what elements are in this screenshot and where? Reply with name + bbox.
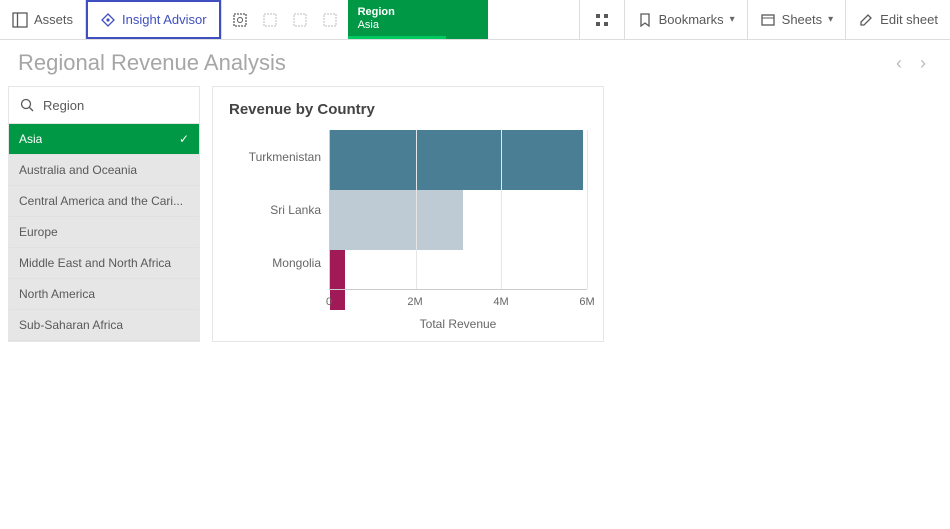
sheets-label: Sheets xyxy=(782,12,822,27)
gridline xyxy=(501,130,502,289)
bars-container xyxy=(330,130,587,289)
y-category-label: Mongolia xyxy=(229,236,329,289)
y-axis-labels: TurkmenistanSri LankaMongolia xyxy=(229,130,329,289)
x-axis: 02M4M6M xyxy=(329,289,587,309)
filter-row-label: Middle East and North Africa xyxy=(19,256,171,270)
filter-row[interactable]: Central America and the Cari... xyxy=(9,186,199,217)
next-sheet-button[interactable]: › xyxy=(920,53,926,74)
filter-row[interactable]: Asia ✓ xyxy=(9,124,199,155)
filter-field-name: Region xyxy=(43,98,84,113)
selections-tool-button[interactable] xyxy=(579,0,624,39)
filter-row-label: Central America and the Cari... xyxy=(19,194,183,208)
selection-underline xyxy=(348,36,446,39)
bar[interactable] xyxy=(330,130,583,190)
filter-row[interactable]: North America xyxy=(9,279,199,310)
filter-row[interactable]: Middle East and North Africa xyxy=(9,248,199,279)
insight-advisor-button[interactable]: Insight Advisor xyxy=(86,0,221,39)
search-icon xyxy=(19,97,35,113)
filter-row[interactable]: Europe xyxy=(9,217,199,248)
sheets-icon xyxy=(760,12,776,28)
bar-row xyxy=(330,190,587,250)
filter-row[interactable]: Australia and Oceania xyxy=(9,155,199,186)
assets-button[interactable]: Assets xyxy=(0,0,86,39)
assets-icon xyxy=(12,12,28,28)
title-bar: Regional Revenue Analysis ‹ › xyxy=(0,40,950,86)
grid-icon xyxy=(594,12,610,28)
bar-row xyxy=(330,130,587,190)
filter-header[interactable]: Region xyxy=(9,87,199,124)
bar[interactable] xyxy=(330,190,463,250)
chevron-down-icon: ▾ xyxy=(730,14,735,25)
step-forward-icon[interactable] xyxy=(292,12,308,28)
filter-row-label: Australia and Oceania xyxy=(19,163,137,177)
gridline xyxy=(416,130,417,289)
insight-icon xyxy=(100,12,116,28)
selection-pill-region[interactable]: Region Asia xyxy=(348,0,488,39)
step-back-icon[interactable] xyxy=(262,12,278,28)
x-tick-label: 6M xyxy=(579,296,594,308)
y-category-label: Sri Lanka xyxy=(229,183,329,236)
sheets-button[interactable]: Sheets ▾ xyxy=(747,0,846,39)
chart-body: TurkmenistanSri LankaMongolia xyxy=(229,130,587,289)
edit-sheet-button[interactable]: Edit sheet xyxy=(845,0,950,39)
selection-value: Asia xyxy=(358,18,478,32)
plot-area xyxy=(329,130,587,289)
y-category-label: Turkmenistan xyxy=(229,130,329,183)
smart-search-icon[interactable] xyxy=(232,12,248,28)
x-tick-label: 0 xyxy=(326,296,332,308)
filter-row-label: North America xyxy=(19,287,95,301)
chart-title: Revenue by Country xyxy=(229,101,587,118)
gridline xyxy=(587,130,588,289)
bookmarks-button[interactable]: Bookmarks ▾ xyxy=(624,0,747,39)
check-icon: ✓ xyxy=(179,132,189,146)
x-tick-label: 2M xyxy=(407,296,422,308)
filter-list: Asia ✓ Australia and Oceania Central Americ… xyxy=(9,124,199,341)
bookmark-icon xyxy=(637,12,653,28)
filter-row-label: Europe xyxy=(19,225,58,239)
filter-row-label: Asia xyxy=(19,132,42,146)
assets-label: Assets xyxy=(34,12,73,27)
page-title: Regional Revenue Analysis xyxy=(18,50,896,76)
insight-label: Insight Advisor xyxy=(122,12,207,27)
filter-pane-region: Region Asia ✓ Australia and Oceania Central… xyxy=(8,86,200,342)
chevron-down-icon: ▾ xyxy=(828,14,833,25)
top-toolbar: Assets Insight Advisor Region Asia Bookm… xyxy=(0,0,950,40)
x-tick-label: 4M xyxy=(493,296,508,308)
filter-row-label: Sub-Saharan Africa xyxy=(19,318,123,332)
clear-selections-icon[interactable] xyxy=(322,12,338,28)
filter-row[interactable]: Sub-Saharan Africa xyxy=(9,310,199,341)
pencil-icon xyxy=(858,12,874,28)
x-axis-label: Total Revenue xyxy=(329,309,587,331)
chart-revenue-by-country[interactable]: Revenue by Country TurkmenistanSri Lanka… xyxy=(212,86,604,342)
selection-tools xyxy=(222,0,348,39)
bookmarks-label: Bookmarks xyxy=(659,12,724,27)
selection-field-label: Region xyxy=(358,7,478,18)
workspace: Region Asia ✓ Australia and Oceania Central… xyxy=(0,86,950,350)
prev-sheet-button[interactable]: ‹ xyxy=(896,53,902,74)
edit-label: Edit sheet xyxy=(880,12,938,27)
